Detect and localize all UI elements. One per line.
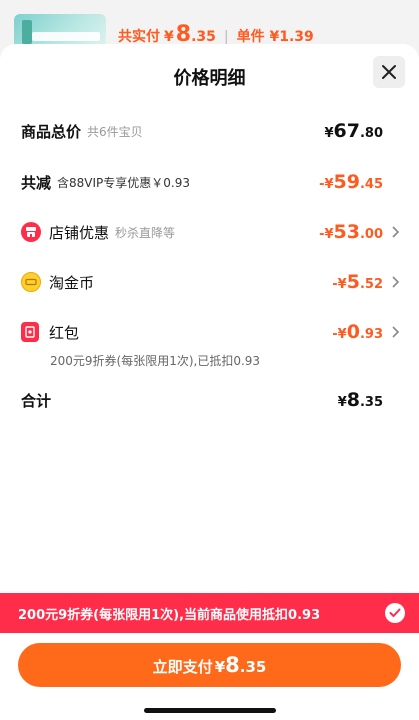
reduction-label: 共减 (21, 173, 52, 192)
sheet-title: 价格明细 (173, 68, 246, 89)
pay-now-label: 立即支付 (152, 658, 213, 676)
total-label: 合计 (21, 391, 52, 410)
reduction-amount: -¥ 59 .45 (319, 171, 383, 193)
red-packet-icon (21, 322, 39, 342)
coupon-text: 200元9折券(每张限用1次),当前商品使用抵扣0.93 (18, 607, 321, 623)
background-separator: | (223, 29, 229, 45)
pay-now-symbol: ¥ (214, 658, 226, 676)
red-packet-label: 红包 (49, 323, 80, 342)
background-total-symbol: ¥ (164, 29, 174, 45)
subtotal-amount: ¥ 67 .80 (324, 120, 383, 142)
shop-discount-amount: -¥ 53 .00 (319, 221, 383, 243)
shop-discount-label: 店铺优惠 (49, 223, 110, 242)
taojinbi-amount: -¥ 5 .52 (332, 271, 383, 293)
taojinbi-row[interactable]: 淘金币 -¥ 5 .52 (21, 268, 399, 296)
reduction-note: 含88VIP专享优惠￥0.93 (57, 175, 190, 190)
total-row: 合计 ¥ 8 .35 (21, 386, 399, 414)
coupon-banner[interactable]: 200元9折券(每张限用1次),当前商品使用抵扣0.93 (0, 593, 419, 633)
subtotal-label: 商品总价 (21, 122, 82, 141)
check-circle-icon[interactable] (385, 603, 405, 623)
pay-now-button[interactable]: 立即支付 ¥ 8 .35 (18, 643, 401, 687)
red-packet-amount: -¥ 0 .93 (332, 321, 383, 343)
subtotal-note: 共6件宝贝 (87, 124, 143, 139)
shop-discount-row[interactable]: 店铺优惠 秒杀直降等 -¥ 53 .00 (21, 218, 399, 246)
shop-icon (21, 222, 41, 242)
background-unit-price: 单件 ¥1.39 (236, 29, 314, 45)
red-packet-row[interactable]: 红包 -¥ 0 .93 (21, 318, 399, 346)
close-icon (382, 65, 396, 79)
background-total-label: 共实付 (118, 29, 160, 45)
chevron-right-icon (387, 276, 399, 288)
chevron-right-icon (387, 326, 399, 338)
total-amount: ¥ 8 .35 (337, 389, 383, 411)
pay-now-dec: .35 (239, 658, 267, 676)
coin-icon (21, 272, 41, 292)
taojinbi-label: 淘金币 (49, 273, 95, 292)
pay-now-int: 8 (225, 653, 240, 677)
red-packet-sub-note: 200元9折券(每张限用1次),已抵扣0.93 (50, 354, 261, 368)
home-indicator (144, 708, 276, 713)
shop-discount-note: 秒杀直降等 (115, 225, 176, 240)
subtotal-row: 商品总价 共6件宝贝 ¥ 67 .80 (21, 117, 399, 145)
chevron-right-icon (387, 226, 399, 238)
close-button[interactable] (373, 56, 405, 88)
reduction-row: 共减 含88VIP专享优惠￥0.93 -¥ 59 .45 (21, 168, 399, 196)
background-total-dec: .35 (191, 29, 216, 45)
